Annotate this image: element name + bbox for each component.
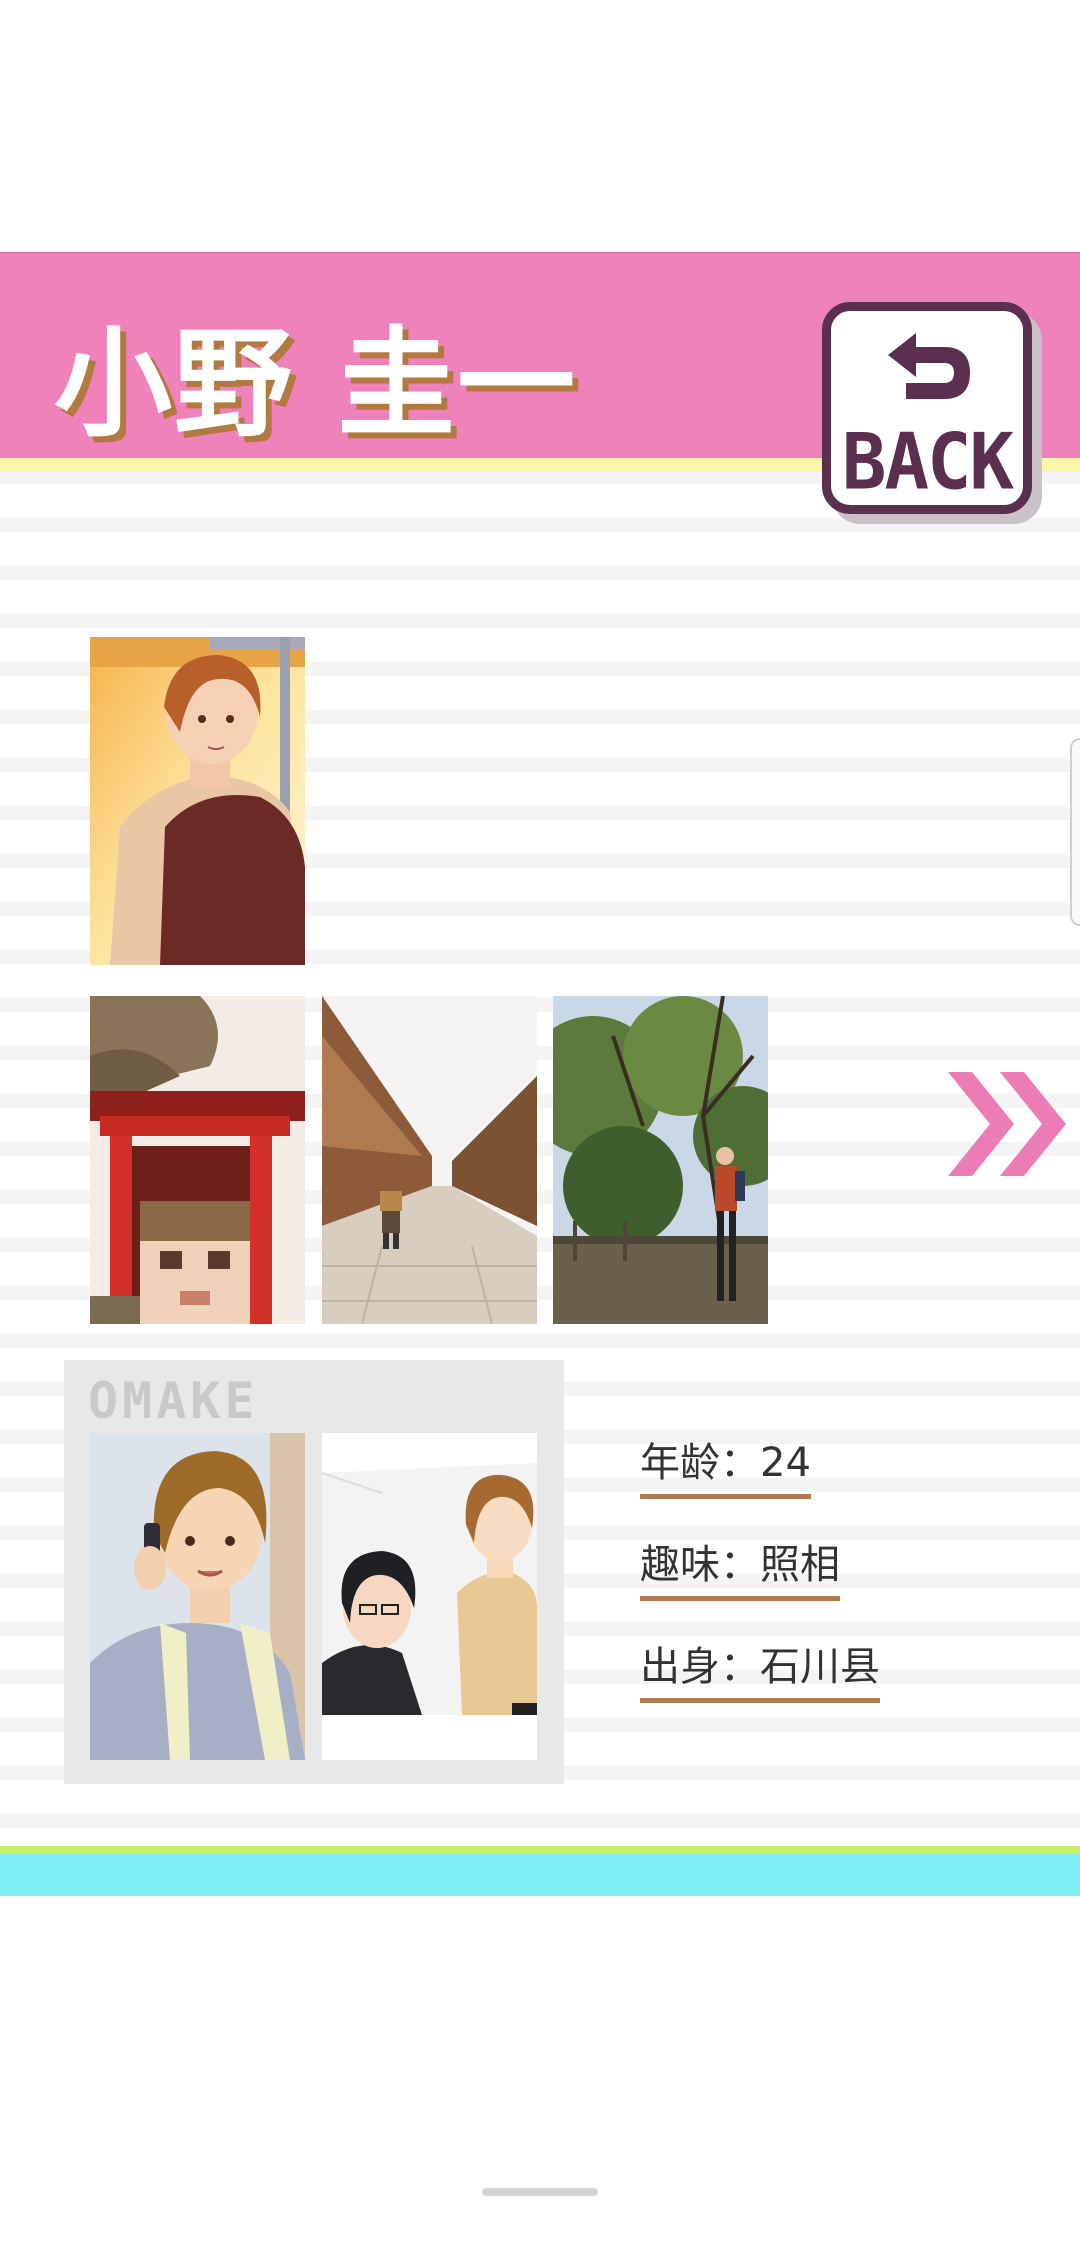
page-title: 小野 圭一 — [54, 315, 578, 453]
footer-green-line — [0, 1846, 1080, 1854]
home-indicator[interactable] — [482, 2188, 598, 2196]
back-button[interactable]: BACK — [822, 302, 1032, 514]
double-chevron-right-icon[interactable] — [948, 1072, 1068, 1176]
age-info: 年龄：24 — [640, 1430, 811, 1499]
character-portrait[interactable] — [90, 637, 305, 965]
old-street-photo[interactable] — [322, 996, 537, 1324]
side-edge-handle[interactable] — [1070, 738, 1080, 926]
origin-info: 出身：石川县 — [640, 1634, 880, 1703]
phone-call-illustration[interactable] — [90, 1433, 305, 1760]
omake-title: OMAKE — [88, 1372, 259, 1430]
return-arrow-icon — [888, 333, 970, 399]
two-characters-illustration[interactable] — [322, 1433, 537, 1760]
back-label: BACK — [841, 416, 1014, 508]
park-photo[interactable] — [553, 996, 768, 1324]
shrine-photo[interactable] — [90, 996, 305, 1324]
hobby-info: 趣味：照相 — [640, 1532, 840, 1601]
footer-cyan-band — [0, 1854, 1080, 1896]
